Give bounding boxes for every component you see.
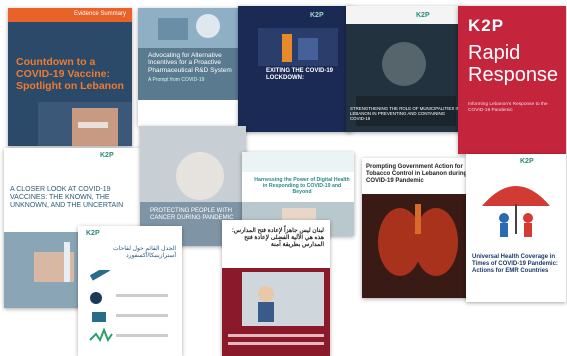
cover-title: Advocating for Alternative Incentives fo… [148, 52, 232, 74]
cover-municipalities[interactable]: K2P STRENGTHENING THE ROLE OF MUNICIPALI… [346, 6, 464, 132]
cover-tag: Evidence Summary [73, 11, 126, 17]
cover-title: Harnessing the Power of Digital Health i… [254, 177, 350, 195]
cover-astrazeneca-arabic[interactable]: K2P الجدل القائم حول لقاحات أسترازينيكا/… [78, 226, 182, 356]
k2p-logo: K2P [86, 230, 100, 237]
k2p-logo: K2P [100, 152, 114, 159]
cover-tobacco-control[interactable]: Prompting Government Action for Tobacco … [362, 158, 474, 298]
cover-exiting-lockdown[interactable]: K2P EXITING THE COVID-19 LOCKDOWN: [238, 6, 352, 132]
cover-title-line2: Response [468, 64, 559, 86]
cover-schools-arabic[interactable]: لبنان ليس جاهزاً لإعادة فتح المدارس: هذه… [222, 220, 330, 356]
k2p-logo: K2P [310, 12, 324, 19]
cover-subtitle: A Prompt from COVID-19 [148, 77, 205, 83]
cover-title: A CLOSER LOOK AT COVID-19 VACCINES: THE … [10, 186, 124, 210]
k2p-logo: K2P [468, 16, 505, 35]
cover-rapid-response[interactable]: K2P Rapid Response Informing Lebanon's R… [458, 6, 566, 154]
cover-title: Universal Health Coverage in Times of CO… [472, 254, 558, 274]
lungs-illustration [362, 194, 474, 298]
cover-title-line1: Rapid [468, 42, 521, 64]
cover-title: لبنان ليس جاهزاً لإعادة فتح المدارس: هذه… [231, 228, 324, 248]
k2p-logo: K2P [520, 158, 534, 165]
cover-title: Countdown to a COVID-19 Vaccine: Spotlig… [16, 56, 124, 93]
cover-title: STRENGTHENING THE ROLE OF MUNICIPALITIES… [350, 106, 460, 122]
lab-photo [138, 8, 246, 48]
k2p-logo: K2P [416, 12, 430, 19]
cover-title: Prompting Government Action for Tobacco … [366, 164, 468, 184]
umbrella-family-illustration [482, 186, 550, 237]
cover-universal-health[interactable]: K2P Universal Health Coverage in Times o… [466, 154, 566, 302]
cover-pharma-incentives[interactable]: Advocating for Alternative Incentives fo… [138, 8, 246, 126]
cover-countdown-vaccine[interactable]: Evidence Summary Countdown to a COVID-19… [8, 8, 132, 146]
cover-header-band [242, 152, 354, 172]
vaccine-icons [89, 270, 168, 343]
cover-title: EXITING THE COVID-19 LOCKDOWN: [266, 68, 334, 81]
lockdown-photo [258, 28, 338, 66]
publications-collage: Evidence Summary Countdown to a COVID-19… [0, 0, 567, 356]
cover-subtitle: Informing Lebanon's Response to the COVI… [468, 102, 548, 113]
vaccine-photo [38, 102, 132, 146]
cover-footer [138, 100, 246, 126]
cover-title: الجدل القائم حول لقاحات أسترازينيكا/أكسف… [113, 246, 176, 259]
classroom-photo [222, 268, 330, 356]
